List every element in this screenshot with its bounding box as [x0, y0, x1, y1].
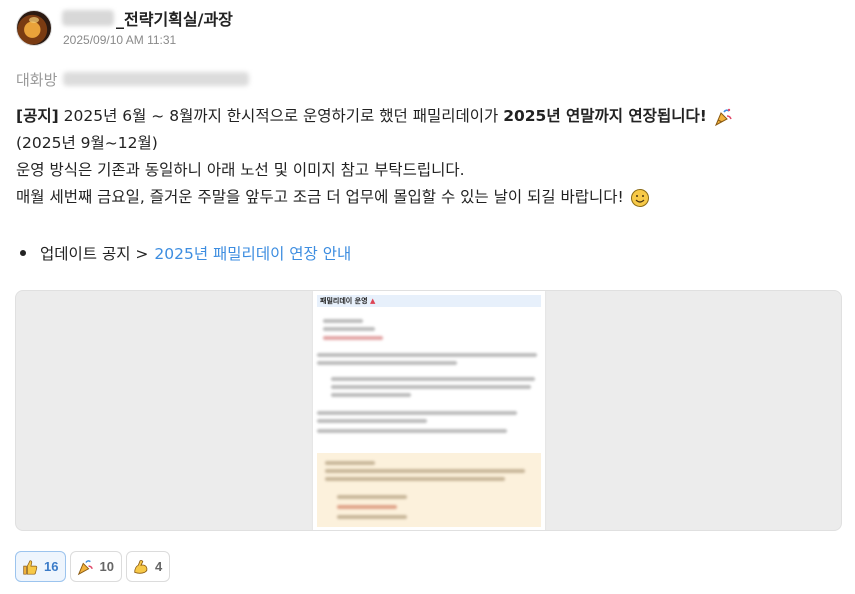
- redacted-room-name: [63, 72, 250, 86]
- doc-blurred-line: [317, 353, 537, 357]
- update-notice-item: 업데이트 공지 > 2025년 패밀리데이 연장 안내: [20, 240, 351, 266]
- attachment-document-preview: 패밀리데이 운영 ▲: [313, 291, 545, 530]
- doc-title: 패밀리데이 운영 ▲: [317, 295, 541, 307]
- doc-blurred-line: [337, 505, 397, 509]
- room-label: 대화방: [16, 70, 58, 89]
- reaction-count: 16: [44, 559, 59, 574]
- doc-blurred-line: [331, 393, 411, 397]
- flexed-biceps-icon: [134, 559, 148, 574]
- post-timestamp: 2025/09/10 AM 11:31: [63, 33, 177, 47]
- message-line-2: (2025년 9월~12월): [16, 134, 158, 152]
- doc-blurred-line: [323, 327, 375, 331]
- party-popper-icon: [78, 559, 94, 575]
- thumbs-up-icon: [23, 559, 38, 575]
- author-avatar[interactable]: [16, 10, 52, 46]
- doc-blurred-line: [325, 461, 375, 465]
- notice-tag: [공지]: [16, 107, 59, 125]
- doc-blurred-line: [317, 419, 427, 423]
- message-line-3: 운영 방식은 기존과 동일하니 아래 노선 및 이미지 참고 부탁드립니다.: [16, 161, 465, 179]
- reaction-thumbs-up[interactable]: 16: [15, 551, 67, 582]
- doc-blurred-line: [337, 515, 407, 519]
- doc-blurred-line: [325, 477, 505, 481]
- chat-room-row: 대화방: [16, 69, 250, 89]
- reaction-flexed-biceps[interactable]: 4: [125, 551, 171, 582]
- doc-blurred-line: [323, 319, 363, 323]
- extension-highlight: 2025년 연말까지 연장됩니다!: [503, 107, 707, 125]
- doc-blurred-line: [317, 361, 457, 365]
- doc-blurred-line: [323, 336, 383, 340]
- doc-blurred-line: [325, 469, 525, 473]
- message-text-1: 2025년 6월 ~ 8월까지 한시적으로 운영하기로 했던 패밀리데이가: [58, 107, 504, 125]
- message-body: [공지] 2025년 6월 ~ 8월까지 한시적으로 운영하기로 했던 패밀리데…: [16, 103, 836, 211]
- update-notice-prefix: 업데이트 공지 >: [40, 245, 149, 263]
- author-title: _전략기획실/과장: [116, 10, 233, 29]
- reaction-bar: 16 10 4: [15, 551, 171, 582]
- notice-link[interactable]: 2025년 패밀리데이 연장 안내: [154, 242, 351, 264]
- doc-blurred-line: [317, 429, 507, 433]
- image-attachment[interactable]: 패밀리데이 운영 ▲: [15, 290, 842, 531]
- doc-blurred-line: [331, 377, 535, 381]
- doc-blurred-line: [337, 495, 407, 499]
- party-popper-icon: [714, 108, 732, 126]
- redacted-author-name: [62, 10, 114, 26]
- doc-blurred-line: [317, 411, 517, 415]
- reaction-party-popper[interactable]: 10: [70, 551, 122, 582]
- smiling-face-icon: [630, 188, 649, 207]
- author-name[interactable]: _전략기획실/과장: [62, 7, 233, 29]
- message-text-4: 매월 세번째 금요일, 즐거운 주말을 앞두고 조금 더 업무에 몰입할 수 있…: [16, 188, 624, 206]
- doc-callout-box: [317, 453, 541, 527]
- reaction-count: 4: [154, 559, 163, 574]
- bullet-dot: [20, 250, 26, 256]
- message-line-4: 매월 세번째 금요일, 즐거운 주말을 앞두고 조금 더 업무에 몰입할 수 있…: [16, 184, 836, 211]
- reaction-count: 10: [99, 559, 114, 574]
- doc-blurred-line: [331, 385, 531, 389]
- message-line-1: [공지] 2025년 6월 ~ 8월까지 한시적으로 운영하기로 했던 패밀리데…: [16, 103, 836, 130]
